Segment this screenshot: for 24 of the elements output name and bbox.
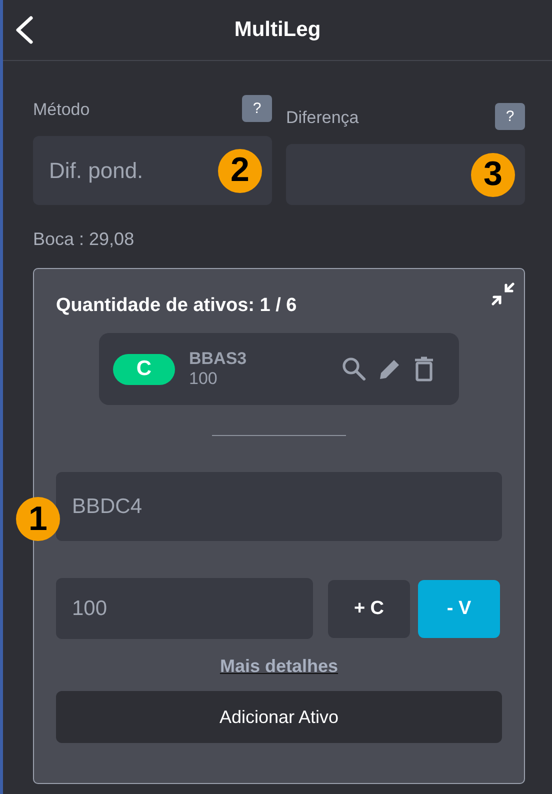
side-tag: C [113, 354, 175, 384]
number-marker: 2 [218, 148, 262, 192]
collapse-icon[interactable] [490, 281, 516, 307]
help-button[interactable]: ? [495, 103, 525, 130]
asset-quantity: 100 [189, 369, 218, 389]
field-label: Método [33, 100, 90, 120]
help-button[interactable]: ? [242, 95, 272, 122]
card-title: Quantidade de ativos: 1 / 6 [56, 295, 298, 317]
input-field[interactable]: Dif. pond. 2 [33, 136, 272, 205]
asset-ticker: BBAS3 [189, 349, 248, 369]
ticker-field[interactable]: BBDC4 [56, 472, 502, 541]
input-field[interactable]: 3 [286, 144, 525, 205]
back-icon[interactable] [13, 15, 35, 45]
quantity-field[interactable]: 100 [56, 578, 313, 639]
price-label: Boca : 29,08 [33, 229, 136, 250]
add-asset-button[interactable]: Adicionar Ativo [56, 691, 502, 743]
details-link[interactable]: Mais detalhes [220, 656, 338, 677]
field-label: Diferença [286, 108, 359, 128]
trash-icon[interactable] [413, 356, 435, 382]
screen-title: MultiLeg [234, 18, 321, 42]
number-marker: 1 [16, 497, 60, 541]
side-button[interactable]: + C [328, 580, 410, 638]
number-marker: 3 [471, 152, 515, 196]
search-icon[interactable] [341, 356, 367, 382]
